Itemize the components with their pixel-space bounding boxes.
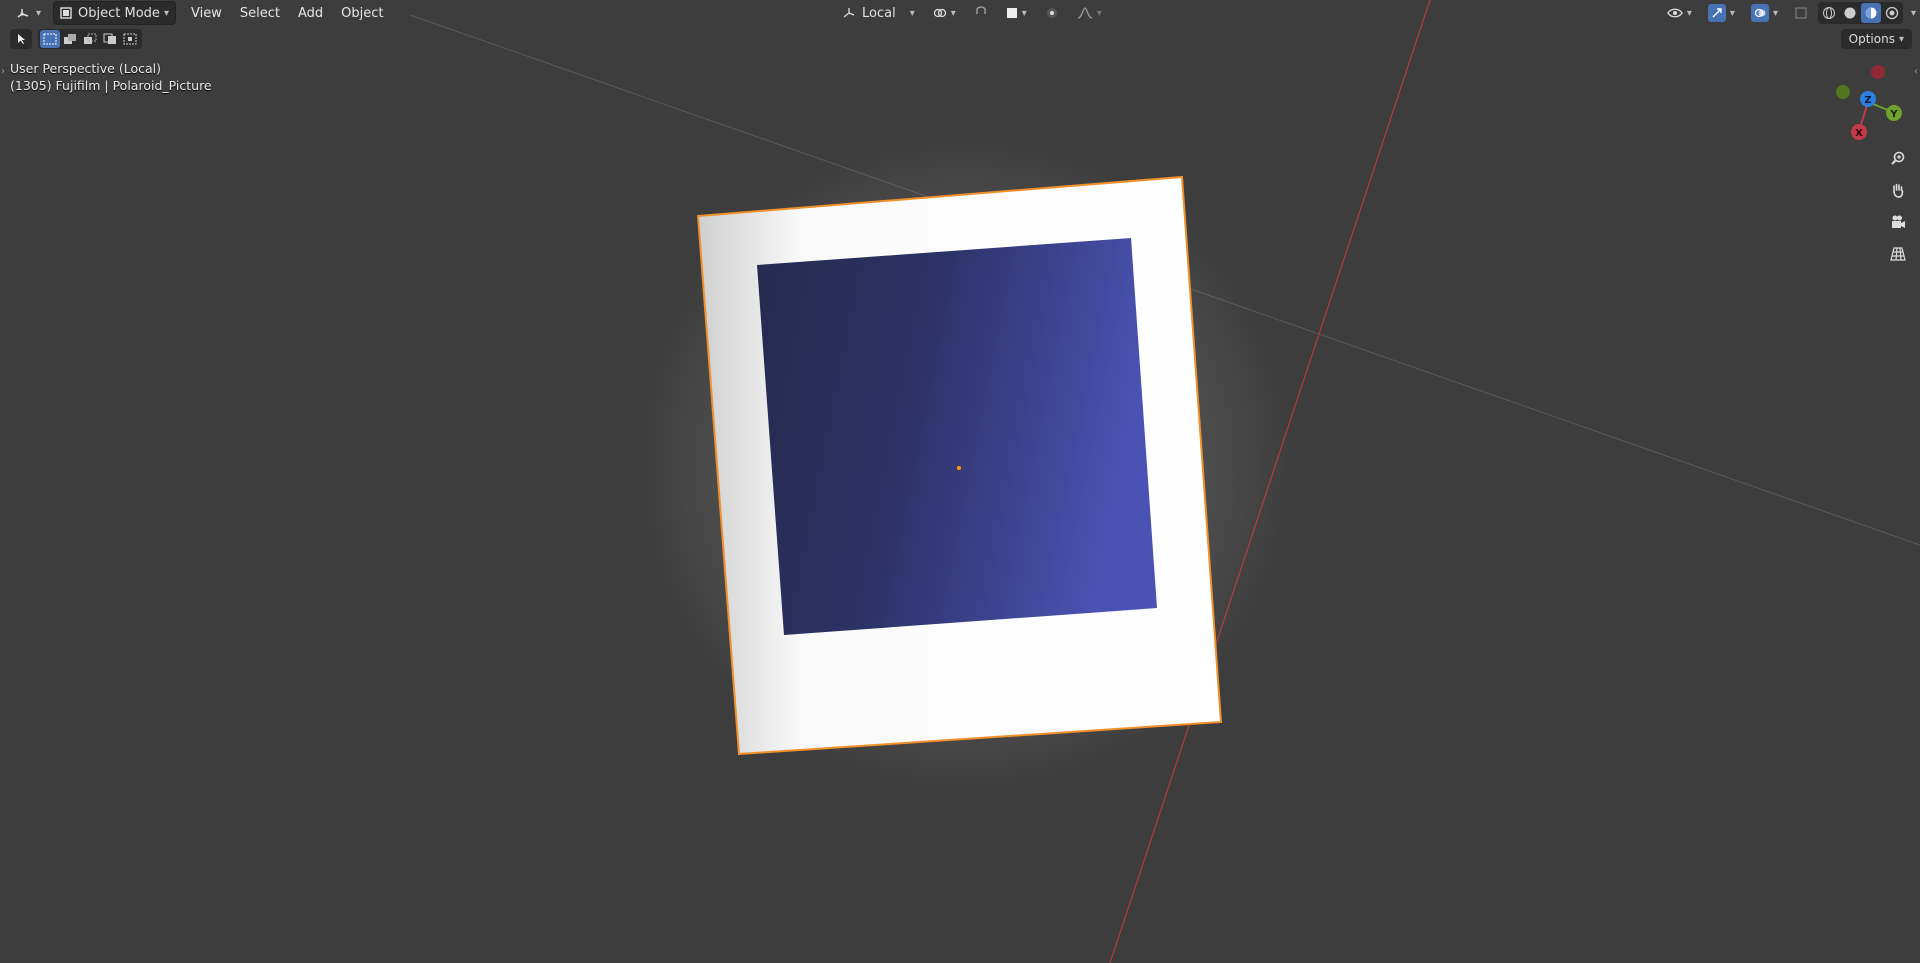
cursor-select-icon <box>15 33 27 45</box>
viewport-scene[interactable] <box>0 0 1920 963</box>
camera-view-button[interactable] <box>1886 210 1910 234</box>
chevron-down-icon: ▾ <box>36 7 42 19</box>
select-tool-button[interactable] <box>10 29 32 49</box>
options-label: Options <box>1848 32 1895 46</box>
hand-icon <box>1890 182 1906 198</box>
gizmo-neg-y[interactable] <box>1836 85 1850 99</box>
object-mode-icon <box>60 7 72 19</box>
pivot-icon <box>933 6 947 20</box>
zoom-icon <box>1890 150 1906 166</box>
gizmo-y-label: Y <box>1889 109 1898 120</box>
active-object-label: (1305) Fujifilm | Polaroid_Picture <box>10 78 212 93</box>
zoom-button[interactable] <box>1886 146 1910 170</box>
eye-icon <box>1667 7 1683 19</box>
select-extend-button[interactable] <box>60 30 80 48</box>
tool-settings-row <box>10 29 142 49</box>
chevron-down-icon: ▾ <box>1772 7 1778 19</box>
chevron-down-icon: ▾ <box>1021 7 1027 19</box>
snap-toggle[interactable] <box>968 2 994 24</box>
visibility-dropdown[interactable]: ▾ <box>1661 2 1698 24</box>
proportional-icon <box>1045 6 1059 20</box>
select-new-icon <box>43 33 57 45</box>
xray-toggle[interactable] <box>1788 2 1814 24</box>
pan-button[interactable] <box>1886 178 1910 202</box>
gizmo-neg-x[interactable] <box>1871 65 1885 79</box>
chevron-down-icon: ▾ <box>950 7 956 19</box>
navigation-gizmo[interactable]: Z Y X <box>1826 58 1910 142</box>
orientation-dropdown[interactable]: Local ▾ <box>836 2 921 24</box>
proportional-edit-toggle[interactable] <box>1039 2 1065 24</box>
mode-label: Object Mode <box>78 5 160 21</box>
menu-add[interactable]: Add <box>289 2 332 24</box>
select-subtract-icon <box>83 33 97 45</box>
gizmo-icon <box>1707 4 1726 22</box>
overlay-icon <box>1750 4 1769 22</box>
snap-square-icon <box>1006 7 1018 19</box>
object-origin[interactable] <box>956 465 962 471</box>
select-intersect-button[interactable] <box>120 30 140 48</box>
orientation-label: Local <box>862 5 896 21</box>
material-shading-button[interactable] <box>1860 3 1881 23</box>
editor-type-button[interactable]: ▾ <box>10 2 47 24</box>
falloff-dropdown[interactable]: ▾ <box>1071 2 1108 24</box>
falloff-curve-icon <box>1077 7 1093 19</box>
rendered-shading-button[interactable] <box>1882 3 1902 23</box>
material-preview-icon <box>1864 6 1878 20</box>
chevron-down-icon: ▾ <box>1898 33 1904 45</box>
chevron-down-icon: ▾ <box>1096 7 1102 19</box>
select-new-button[interactable] <box>40 30 60 48</box>
select-invert-button[interactable] <box>100 30 120 48</box>
select-extend-icon <box>63 33 77 45</box>
wireframe-icon <box>1822 6 1836 20</box>
menu-view[interactable]: View <box>182 2 231 24</box>
polaroid-photo[interactable] <box>757 238 1157 635</box>
ortho-toggle-button[interactable] <box>1886 242 1910 266</box>
xray-icon <box>1794 6 1808 20</box>
chevron-down-icon: ▾ <box>909 7 915 19</box>
rendered-icon <box>1885 6 1899 20</box>
camera-icon <box>1890 214 1906 230</box>
overlays-toggle[interactable]: ▾ <box>1745 2 1784 24</box>
gizmo-z-label: Z <box>1864 95 1871 106</box>
options-dropdown[interactable]: Options ▾ <box>1840 29 1912 49</box>
gizmo-toggle[interactable]: ▾ <box>1702 2 1741 24</box>
menu-select[interactable]: Select <box>231 2 289 24</box>
chevron-down-icon: ▾ <box>163 7 169 19</box>
sidebar-expand-arrow[interactable]: ‹ <box>1914 66 1918 77</box>
select-intersect-icon <box>123 33 137 45</box>
view3d-icon <box>16 6 32 20</box>
snap-icon <box>974 6 988 20</box>
3d-viewport[interactable]: ▾ Object Mode ▾ View Select Add Object L… <box>0 0 1920 963</box>
chevron-down-icon: ▾ <box>1686 7 1692 19</box>
viewport-info: User Perspective (Local) (1305) Fujifilm… <box>10 60 212 94</box>
select-subtract-button[interactable] <box>80 30 100 48</box>
chevron-down-icon[interactable]: ▾ <box>1911 8 1916 19</box>
selection-mode-group <box>38 29 142 49</box>
gizmo-x-label: X <box>1855 128 1863 139</box>
transform-controls: Local ▾ ▾ ▾ ▾ <box>836 2 1108 24</box>
snap-target-dropdown[interactable]: ▾ <box>1000 2 1033 24</box>
mode-dropdown[interactable]: Object Mode ▾ <box>53 1 176 25</box>
menu-object[interactable]: Object <box>332 2 392 24</box>
wireframe-shading-button[interactable] <box>1819 3 1839 23</box>
select-invert-icon <box>103 33 117 45</box>
shading-mode-group <box>1817 2 1903 24</box>
solid-icon <box>1843 6 1857 20</box>
toolbar-expand-arrow[interactable]: › <box>1 66 5 77</box>
solid-shading-button[interactable] <box>1840 3 1860 23</box>
ortho-grid-icon <box>1890 246 1906 262</box>
shading-controls: ▾ ▾ ▾ ▾ <box>1661 2 1916 24</box>
header-menus: View Select Add Object <box>182 2 392 24</box>
chevron-down-icon: ▾ <box>1729 7 1735 19</box>
perspective-label: User Perspective (Local) <box>10 61 161 76</box>
navigation-tools <box>1886 146 1910 266</box>
pivot-dropdown[interactable]: ▾ <box>927 2 962 24</box>
orientation-icon <box>842 7 856 19</box>
